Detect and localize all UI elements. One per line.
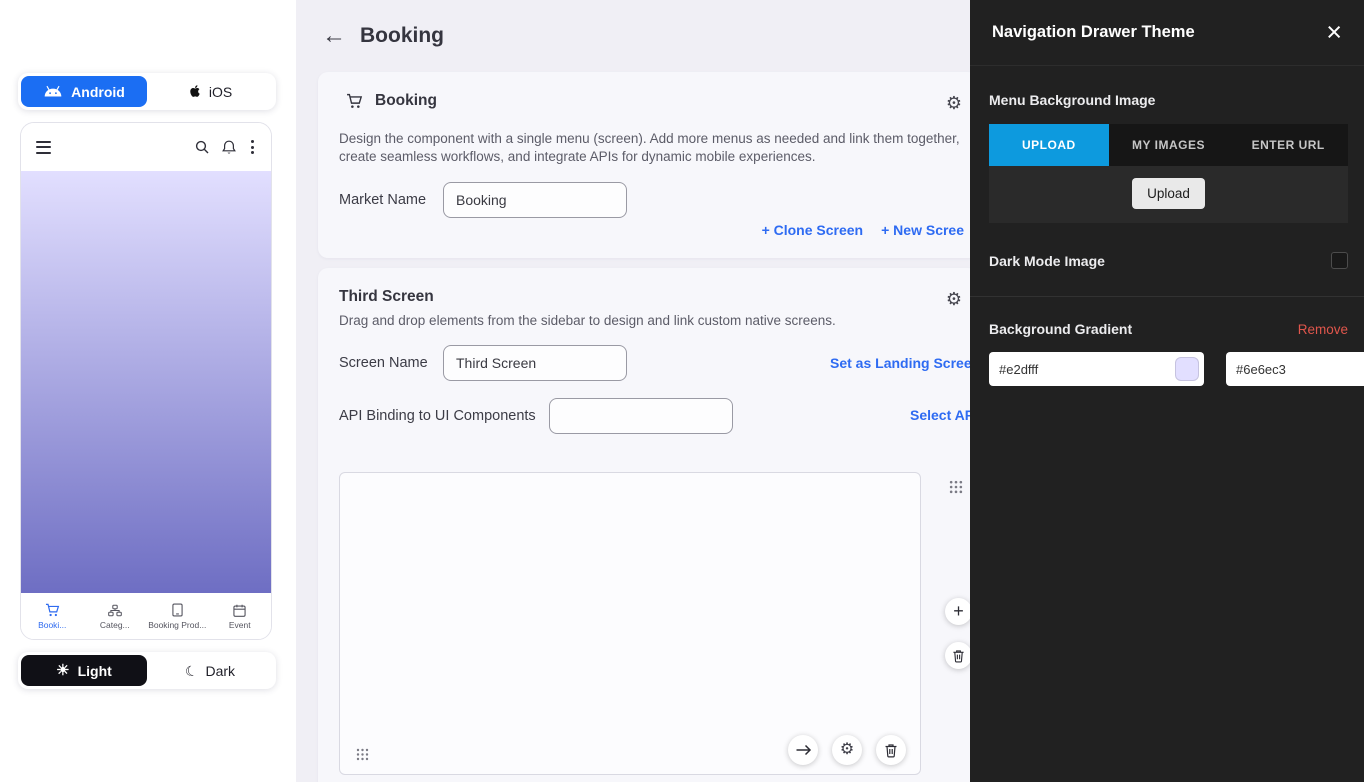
phone-nav-item-event[interactable]: Event (209, 593, 272, 640)
tab-upload[interactable]: UPLOAD (989, 124, 1109, 166)
bell-icon[interactable] (222, 140, 236, 155)
phone-nav-label: Categ... (100, 620, 130, 630)
new-screen-link[interactable]: + New Scree (881, 222, 964, 238)
apple-icon (188, 84, 201, 99)
clone-screen-link[interactable]: + Clone Screen (762, 222, 864, 238)
android-toggle-button[interactable]: Android (21, 76, 147, 107)
cart-icon (346, 93, 363, 109)
android-toggle-label: Android (71, 84, 125, 100)
dark-mode-button[interactable]: ☾ Dark (147, 655, 273, 686)
phone-nav-item-booking-product[interactable]: Booking Prod... (146, 593, 209, 640)
color-swatch-1[interactable] (1175, 357, 1199, 381)
dark-mode-image-label: Dark Mode Image (989, 253, 1105, 269)
phone-screen (21, 171, 271, 593)
panel-title: Navigation Drawer Theme (992, 23, 1195, 42)
market-name-input[interactable] (443, 182, 627, 218)
upload-button[interactable]: Upload (1132, 178, 1205, 209)
gradient-color-field-1 (989, 352, 1204, 386)
hamburger-menu-icon[interactable] (36, 141, 51, 154)
canvas-delete-button[interactable] (876, 735, 906, 765)
theme-toggle: ☀ Light ☾ Dark (18, 652, 276, 689)
background-gradient-label: Background Gradient (989, 321, 1132, 337)
delete-screen-button[interactable] (945, 642, 972, 669)
select-api-link[interactable]: Select AP (910, 407, 974, 423)
search-icon[interactable] (195, 140, 209, 154)
sun-icon: ☀ (56, 663, 69, 678)
screen-name-input[interactable] (443, 345, 627, 381)
api-binding-input[interactable] (549, 398, 733, 434)
api-binding-label: API Binding to UI Components (339, 408, 549, 424)
divider (970, 296, 1364, 297)
dark-mode-image-checkbox[interactable] (1331, 252, 1348, 269)
screen-card-description: Drag and drop elements from the sidebar … (339, 312, 967, 330)
trash-icon (952, 649, 965, 663)
remove-gradient-link[interactable]: Remove (1298, 322, 1348, 337)
android-icon (43, 85, 63, 98)
platform-toggle: Android iOS (18, 73, 276, 110)
screen-card-title: Third Screen (339, 288, 434, 306)
drag-handle-icon[interactable] (949, 480, 963, 494)
gear-icon: ⚙ (840, 742, 854, 758)
gear-icon[interactable]: ⚙ (946, 94, 962, 112)
trash-icon (884, 743, 898, 758)
tab-my-images[interactable]: MY IMAGES (1109, 124, 1229, 166)
phone-nav-item-category[interactable]: Categ... (84, 593, 147, 640)
component-card-title: Booking (375, 92, 437, 110)
kebab-menu-icon[interactable] (249, 139, 256, 155)
phone-bottom-nav: Booki... Categ... Booking Prod... (21, 593, 271, 640)
arrow-right-icon (795, 743, 812, 757)
tab-enter-url[interactable]: ENTER URL (1228, 124, 1348, 166)
phone-nav-label: Booking Prod... (148, 620, 206, 630)
light-mode-label: Light (78, 663, 112, 679)
ios-toggle-button[interactable]: iOS (147, 76, 273, 107)
device-icon (172, 603, 183, 617)
drag-handle-icon[interactable] (356, 748, 369, 761)
calendar-icon (233, 604, 246, 617)
gradient-color-input-1[interactable] (999, 362, 1175, 377)
menu-background-image-label: Menu Background Image (989, 92, 1348, 108)
canvas-settings-button[interactable]: ⚙ (832, 735, 862, 765)
market-name-label: Market Name (339, 192, 443, 208)
light-mode-button[interactable]: ☀ Light (21, 655, 147, 686)
back-arrow-icon[interactable]: ← (322, 24, 346, 48)
component-card-description: Design the component with a single menu … (339, 130, 967, 166)
gradient-color-input-2[interactable] (1236, 362, 1364, 377)
set-landing-screen-link[interactable]: Set as Landing Scree (830, 355, 972, 371)
dark-mode-label: Dark (206, 663, 236, 679)
close-icon[interactable]: × (1326, 19, 1342, 46)
navigation-drawer-theme-panel: Navigation Drawer Theme × Menu Backgroun… (970, 0, 1364, 782)
third-screen-card: Third Screen ⚙ Drag and drop elements fr… (318, 268, 978, 782)
phone-topbar (21, 123, 271, 171)
ios-toggle-label: iOS (209, 84, 232, 100)
cart-icon (45, 603, 60, 617)
gear-icon[interactable]: ⚙ (946, 290, 962, 308)
phone-nav-item-booking[interactable]: Booki... (21, 593, 84, 640)
image-source-tabs: UPLOAD MY IMAGES ENTER URL (989, 124, 1348, 166)
left-sidebar: Android iOS (0, 0, 296, 782)
page-title: Booking (360, 24, 444, 48)
phone-preview: Booki... Categ... Booking Prod... (20, 122, 272, 640)
phone-nav-label: Booki... (38, 620, 66, 630)
screen-name-label: Screen Name (339, 355, 443, 371)
upload-zone: Upload (989, 166, 1348, 223)
screen-canvas[interactable]: ⚙ (339, 472, 921, 775)
phone-nav-label: Event (229, 620, 251, 630)
navigate-arrow-button[interactable] (788, 735, 818, 765)
category-icon (108, 604, 122, 617)
page-header: ← Booking (322, 24, 444, 48)
add-element-button[interactable]: + (945, 598, 972, 625)
gradient-color-field-2 (1226, 352, 1364, 386)
booking-component-card: Booking ⚙ Design the component with a si… (318, 72, 978, 258)
moon-icon: ☾ (183, 662, 199, 679)
